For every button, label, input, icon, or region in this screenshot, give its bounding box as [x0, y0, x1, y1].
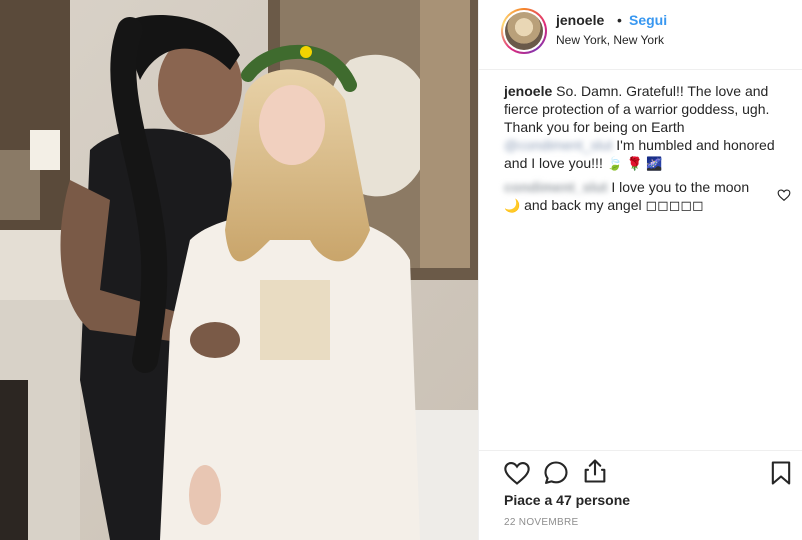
caption: jenoele So. Damn. Grateful!! The love an… [504, 82, 794, 173]
caption-mention[interactable]: @condiment_slut [504, 137, 612, 153]
comment-text: I love you to the moon [611, 179, 750, 195]
caption-emojis: 🍃 🌹 🌌 [606, 156, 663, 171]
avatar[interactable] [501, 8, 547, 54]
action-bar-divider [479, 450, 802, 451]
post-date[interactable]: 22 NOVEMBRE [504, 517, 578, 528]
username-link[interactable]: jenoele [556, 12, 604, 28]
share-icon[interactable] [581, 457, 609, 485]
separator-dot: • [617, 12, 622, 28]
photo-image [0, 0, 478, 540]
avatar-border [503, 10, 545, 52]
heart-icon[interactable] [503, 459, 531, 487]
likes-count[interactable]: Piace a 47 persone [504, 492, 630, 508]
location-link[interactable]: New York, New York [556, 33, 664, 47]
caption-username[interactable]: jenoele [504, 83, 552, 99]
comment-text-2: and back my angel ◻◻◻◻◻ [524, 197, 704, 213]
comment-username[interactable]: condiment_slut [504, 179, 607, 195]
comment: condiment_slut I love you to the moon 🌙 … [504, 178, 769, 215]
comment-heart-icon[interactable] [777, 188, 791, 202]
comment-emoji: 🌙 [504, 198, 521, 213]
post-header: jenoele • Segui New York, New York [479, 0, 802, 70]
comment-icon[interactable] [542, 459, 570, 487]
follow-button[interactable]: Segui [629, 12, 667, 28]
post-panel: jenoele • Segui New York, New York jenoe… [478, 0, 802, 540]
avatar-image [505, 12, 543, 50]
post-photo[interactable] [0, 0, 478, 540]
bookmark-icon[interactable] [767, 459, 795, 487]
